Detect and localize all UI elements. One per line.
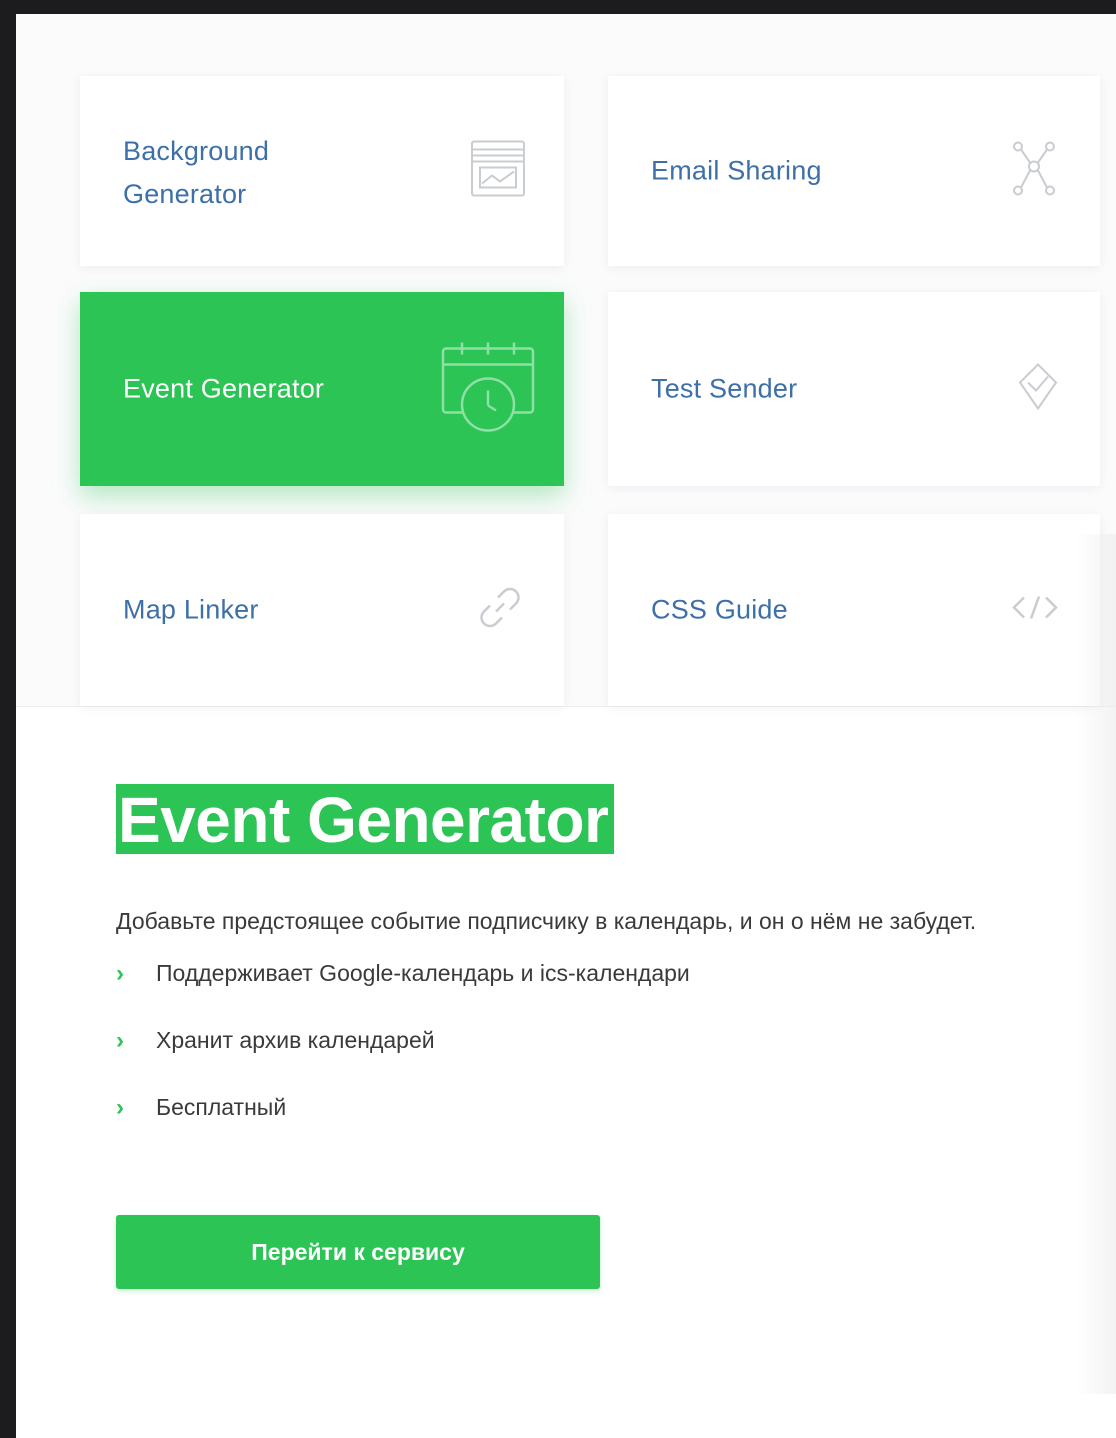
feature-list: › Поддерживает Google-календарь и ics-ка…	[116, 958, 1116, 1122]
chevron-right-icon: ›	[116, 1094, 124, 1121]
card-event-generator[interactable]: Event Generator	[80, 292, 564, 486]
code-icon	[1010, 594, 1060, 627]
detail-description: Добавьте предстоящее событие подписчику …	[116, 908, 977, 934]
link-icon	[478, 586, 522, 635]
detail-title: Event Generator	[116, 784, 615, 854]
service-card-grid: Background Generator Email Sharing Event…	[16, 14, 1116, 707]
chevron-right-icon: ›	[116, 1027, 124, 1054]
card-css-guide[interactable]: CSS Guide	[608, 514, 1100, 706]
send-test-icon	[1018, 363, 1058, 416]
service-detail: Event Generator Добавьте предстоящее соб…	[116, 784, 1116, 1159]
card-email-sharing[interactable]: Email Sharing	[608, 76, 1100, 266]
go-to-service-button[interactable]: Перейти к сервису	[116, 1215, 600, 1289]
card-label: Map Linker	[123, 594, 259, 625]
right-edge-shadow	[1076, 534, 1116, 1394]
card-background-generator[interactable]: Background Generator	[80, 76, 564, 266]
share-network-icon	[1010, 141, 1058, 202]
service-page: Background Generator Email Sharing Event…	[16, 14, 1116, 1438]
calendar-clock-icon	[440, 339, 536, 440]
card-label: Test Sender	[651, 373, 798, 404]
feature-item: › Хранит архив календарей	[116, 1025, 1116, 1055]
background-generator-icon	[470, 140, 526, 203]
feature-text: Хранит архив календарей	[156, 1027, 435, 1053]
feature-text: Бесплатный	[156, 1094, 287, 1120]
card-label: Email Sharing	[651, 155, 822, 186]
card-label: CSS Guide	[651, 594, 788, 625]
chevron-right-icon: ›	[116, 960, 124, 987]
card-label: Background Generator	[123, 135, 270, 209]
feature-item: › Бесплатный	[116, 1092, 1116, 1122]
card-test-sender[interactable]: Test Sender	[608, 292, 1100, 486]
feature-item: › Поддерживает Google-календарь и ics-ка…	[116, 958, 1116, 988]
feature-text: Поддерживает Google-календарь и ics-кале…	[156, 960, 690, 986]
card-label: Event Generator	[123, 373, 325, 404]
card-map-linker[interactable]: Map Linker	[80, 514, 564, 706]
